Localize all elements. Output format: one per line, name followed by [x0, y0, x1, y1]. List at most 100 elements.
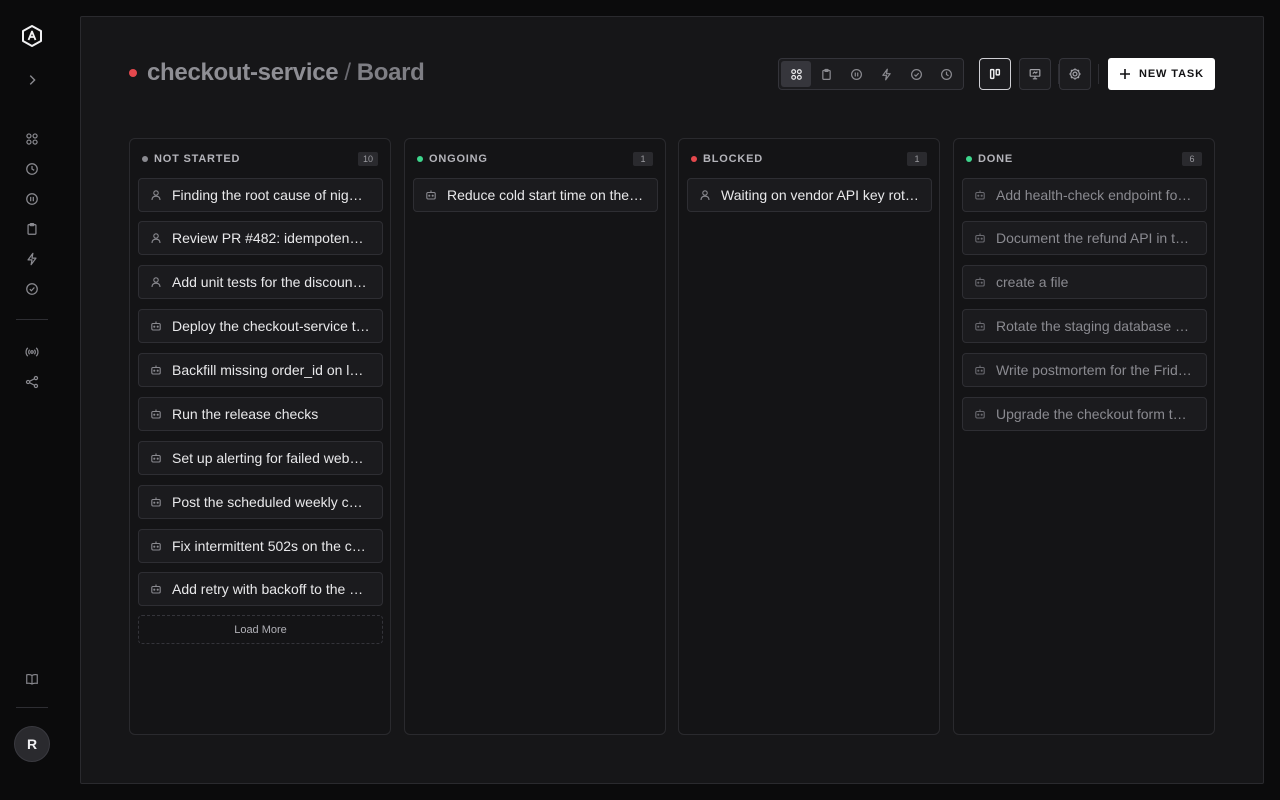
project-name[interactable]: checkout-service — [147, 59, 339, 86]
column-status-dot — [966, 156, 972, 162]
user-icon — [150, 232, 162, 244]
task-card-title: Add retry with backoff to the payment cl… — [172, 581, 382, 597]
present-button[interactable] — [1019, 58, 1051, 90]
completed-view-button[interactable] — [901, 61, 931, 87]
task-card-title: Upgrade the checkout form to the new des… — [996, 406, 1206, 422]
task-card-title: Waiting on vendor API key rotation — [721, 187, 931, 203]
column-done: DONE 6 Add health-check endpoint for loa d … — [953, 138, 1215, 735]
clock-icon — [940, 68, 953, 81]
main-panel: checkout-service / Board NEW TASK NOT ST… — [80, 16, 1264, 784]
settings-button[interactable] — [1059, 58, 1091, 90]
clipboard-icon[interactable] — [22, 219, 42, 239]
bot-icon — [974, 189, 986, 201]
column-status-dot — [417, 156, 423, 162]
column-count-badge: 6 — [1182, 152, 1202, 166]
app-logo-icon[interactable] — [20, 24, 44, 48]
task-card-title: Backfill missing order_id on legacy reco… — [172, 362, 382, 378]
column-not-started: NOT STARTED 10 Finding the root cause of n… — [129, 138, 391, 735]
task-card[interactable]: Add unit tests for the discount engine — [138, 265, 383, 299]
bot-icon — [425, 189, 437, 201]
column-header: ONGOING 1 — [417, 152, 653, 166]
task-card-title: Document the refund API in the wiki — [996, 230, 1206, 246]
toolbar-divider — [1098, 64, 1099, 84]
user-avatar[interactable]: R — [14, 726, 50, 762]
grid-view-button[interactable] — [781, 61, 811, 87]
check-circle-icon[interactable] — [22, 279, 42, 299]
task-card[interactable]: Rotate the staging database credentials — [962, 309, 1207, 343]
task-card[interactable]: Write postmortem for the Friday outage — [962, 353, 1207, 387]
task-card[interactable]: Add retry with backoff to the payment cl… — [138, 572, 383, 606]
history-clock-icon[interactable] — [22, 159, 42, 179]
task-card-title: Write postmortem for the Friday outage — [996, 362, 1206, 378]
task-card-title: create a file — [996, 274, 1069, 290]
user-icon — [699, 189, 711, 201]
presentation-icon — [1028, 67, 1042, 81]
bot-icon — [150, 540, 162, 552]
project-status-dot — [129, 69, 137, 77]
task-card[interactable]: Backfill missing order_id on legacy reco… — [138, 353, 383, 387]
task-card[interactable]: create a file — [962, 265, 1207, 299]
breadcrumb-separator: / — [344, 59, 351, 86]
column-status-dot — [691, 156, 697, 162]
task-card[interactable]: Set up alerting for failed webhooks — [138, 441, 383, 475]
lightning-icon[interactable] — [22, 249, 42, 269]
view-switcher — [778, 58, 964, 90]
bot-icon — [150, 408, 162, 420]
bot-icon — [150, 320, 162, 332]
gear-icon — [1068, 67, 1082, 81]
task-card[interactable]: Deploy the checkout-service to staging — [138, 309, 383, 343]
pause-circle-icon[interactable] — [22, 189, 42, 209]
task-card-title: Set up alerting for failed webhooks — [172, 450, 382, 466]
bot-icon — [974, 320, 986, 332]
automations-view-button[interactable] — [871, 61, 901, 87]
column-header: NOT STARTED 10 — [142, 152, 378, 166]
dashboard-grid-icon[interactable] — [22, 129, 42, 149]
task-card[interactable]: Review PR #482: idempotency keys for pay… — [138, 221, 383, 255]
column-ongoing: ONGOING 1 Reduce cold start time on the ch… — [404, 138, 666, 735]
task-card-title: Fix intermittent 502s on the cart endpoi… — [172, 538, 382, 554]
task-card[interactable]: Post the scheduled weekly changelog — [138, 485, 383, 519]
history-view-button[interactable] — [931, 61, 961, 87]
bot-icon — [974, 364, 986, 376]
share-nodes-icon[interactable] — [22, 372, 42, 392]
task-card-title: Deploy the checkout-service to staging — [172, 318, 382, 334]
column-count-badge: 1 — [633, 152, 653, 166]
bot-icon — [150, 583, 162, 595]
bot-icon — [974, 408, 986, 420]
plus-icon — [1119, 68, 1131, 80]
paused-view-button[interactable] — [841, 61, 871, 87]
column-title: ONGOING — [429, 153, 488, 165]
task-card[interactable]: Upgrade the checkout form to the new des… — [962, 397, 1207, 431]
bot-icon — [974, 276, 986, 288]
task-card[interactable]: Reduce cold start time on the checkout l… — [413, 178, 658, 212]
pause-circle-icon — [850, 68, 863, 81]
column-title: NOT STARTED — [154, 153, 241, 165]
clipboard-icon — [820, 68, 833, 81]
load-more-button[interactable]: Load More — [138, 615, 383, 644]
new-task-button[interactable]: NEW TASK — [1108, 58, 1215, 90]
view-name: Board — [356, 59, 425, 86]
task-card[interactable]: Waiting on vendor API key rotation — [687, 178, 932, 212]
lightning-icon — [880, 68, 893, 81]
column-status-dot — [142, 156, 148, 162]
task-card[interactable]: Add health-check endpoint for load balan… — [962, 178, 1207, 212]
tasks-view-button[interactable] — [811, 61, 841, 87]
column-count-badge: 1 — [907, 152, 927, 166]
column-count-badge: 10 — [357, 152, 378, 166]
sidebar-divider — [16, 319, 48, 320]
check-circle-icon — [910, 68, 923, 81]
broadcast-icon[interactable] — [22, 342, 42, 362]
expand-chevron-icon[interactable] — [22, 70, 42, 90]
task-card-title: Add unit tests for the discount engine — [172, 274, 382, 290]
task-card[interactable]: Document the refund API in the wiki — [962, 221, 1207, 255]
grid-icon — [790, 68, 803, 81]
task-card-title: Review PR #482: idempotency keys for pay… — [172, 230, 382, 246]
docs-book-icon[interactable] — [22, 669, 42, 689]
task-card-title: Add health-check endpoint for load balan… — [996, 187, 1206, 203]
task-card[interactable]: Fix intermittent 502s on the cart endpoi… — [138, 529, 383, 563]
task-card[interactable]: Finding the root cause of nightly flaky … — [138, 178, 383, 212]
task-card[interactable]: Run the release checks — [138, 397, 383, 431]
task-card-title: Finding the root cause of nightly flaky … — [172, 187, 382, 203]
column-blocked: BLOCKED 1 Waiting on vendor API key rotati… — [678, 138, 940, 735]
board-layout-button[interactable] — [979, 58, 1011, 90]
